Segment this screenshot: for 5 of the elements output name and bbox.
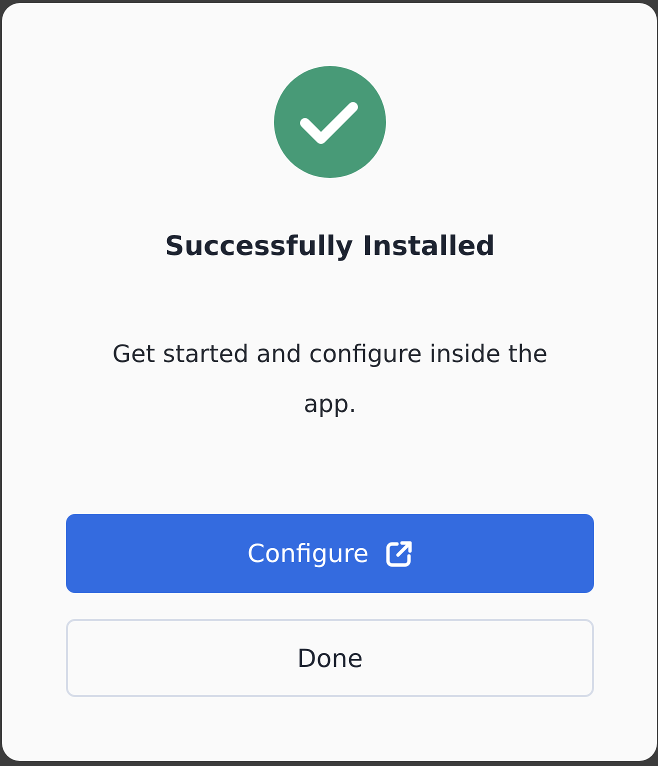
dialog-title: Successfully Installed xyxy=(164,230,496,264)
configure-button[interactable]: Configure xyxy=(66,514,594,593)
external-link-icon xyxy=(384,540,413,568)
done-button[interactable]: Done xyxy=(66,619,594,697)
dialog-message: Get started and configure inside the app. xyxy=(111,339,549,420)
